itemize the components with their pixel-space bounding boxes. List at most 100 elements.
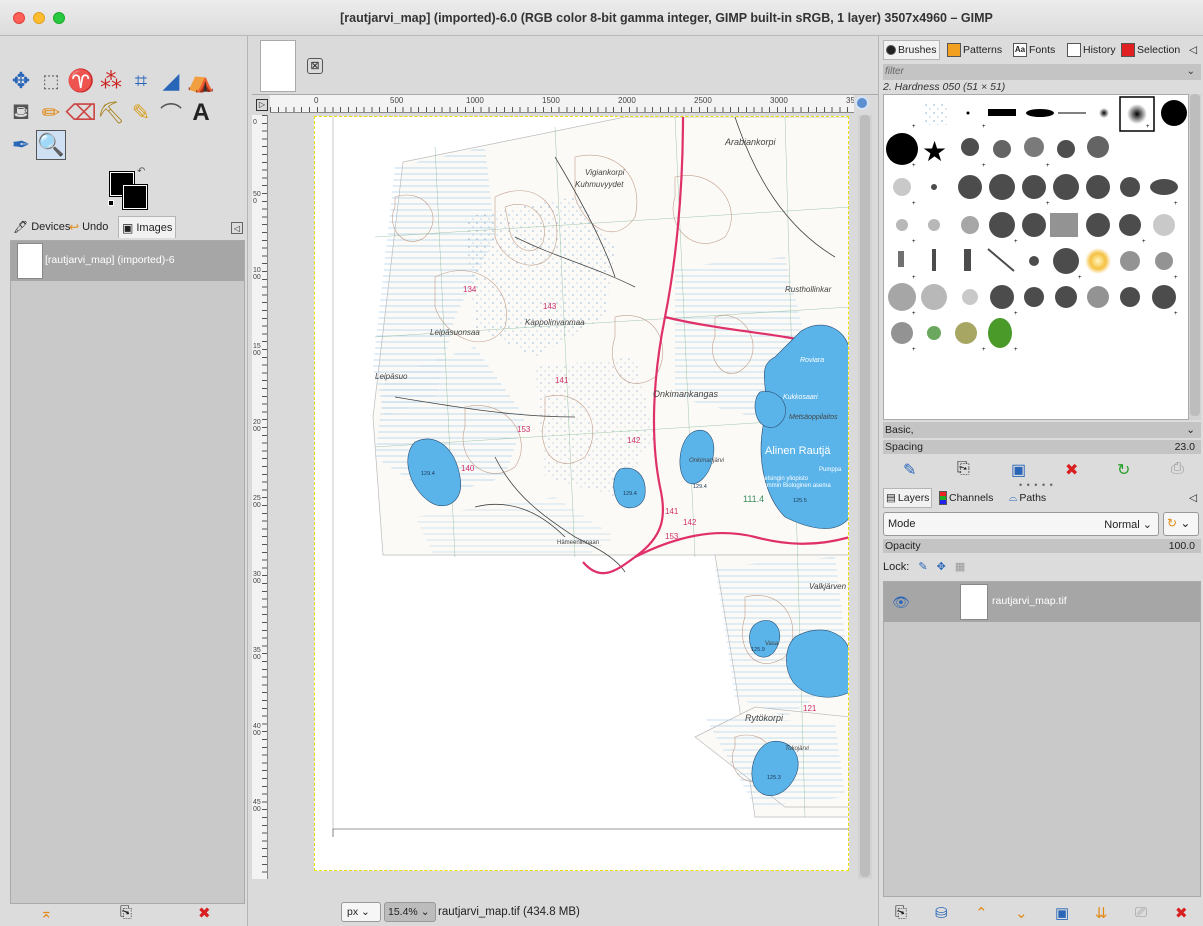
lasso-tool-icon[interactable]: ♈ <box>66 66 96 96</box>
brush-thumbnail[interactable] <box>1127 104 1147 124</box>
raise-view-icon[interactable]: ⌅ <box>40 904 53 922</box>
duplicate-layer-icon[interactable]: ▣ <box>1055 904 1069 922</box>
lock-position-icon[interactable]: ✥ <box>937 561 946 573</box>
horizontal-ruler[interactable]: 0 500 1000 1500 2000 2500 3000 35 <box>270 95 854 113</box>
map-label: Onkimankangas <box>653 389 719 399</box>
color-picker-tool-icon[interactable]: ✒ <box>6 130 36 160</box>
brush-thumbnail[interactable] <box>1026 109 1054 117</box>
scrollbar-thumb[interactable] <box>1190 94 1200 416</box>
swap-colors-icon[interactable]: ↶ <box>137 166 145 177</box>
tab-selection[interactable]: Selection <box>1119 40 1182 60</box>
pencil-tool-icon[interactable]: ✏ <box>36 98 66 128</box>
unified-transform-tool-icon[interactable]: ◢ <box>156 66 186 96</box>
brush-thumbnail[interactable] <box>888 174 1178 348</box>
patterns-icon <box>947 43 961 57</box>
rect-select-tool-icon[interactable]: ⬚ <box>36 66 66 96</box>
background-color-swatch[interactable] <box>122 184 148 210</box>
eye-icon[interactable]: 👁 <box>892 594 910 610</box>
spacing-slider[interactable]: Spacing 23.0 <box>883 440 1201 454</box>
duplicate-brush-icon[interactable]: ▣ <box>1011 460 1026 480</box>
close-image-tab-icon[interactable]: ⊠ <box>307 58 323 74</box>
zoom-select[interactable]: 15.4% ⌄ <box>384 902 436 922</box>
scrollbar-thumb[interactable] <box>860 115 870 877</box>
image-tab-thumbnail[interactable] <box>260 40 296 92</box>
bucket-fill-tool-icon[interactable]: ⛾ <box>6 98 36 128</box>
brush-tag-filter[interactable]: Basic, ⌄ <box>883 422 1201 438</box>
warp-transform-tool-icon[interactable]: ⛺ <box>186 66 216 96</box>
list-item[interactable]: [rautjarvi_map] (imported)-6 <box>11 241 244 281</box>
brush-thumbnail[interactable] <box>988 109 1016 116</box>
delete-brush-icon[interactable]: ✖ <box>1065 460 1078 480</box>
text-tool-icon[interactable]: A <box>186 98 216 128</box>
tab-fonts[interactable]: Aa Fonts <box>1011 40 1057 60</box>
clone-tool-icon[interactable]: ⛏ <box>96 98 126 128</box>
default-colors-icon[interactable] <box>108 200 114 206</box>
tab-brushes[interactable]: Brushes <box>883 40 940 60</box>
left-dock-menu-icon[interactable]: ◁ <box>231 222 243 234</box>
brush-filter-input[interactable]: filter ⌄ <box>883 64 1201 80</box>
zoom-tool-icon[interactable]: 🔍 <box>36 130 66 160</box>
ruler-label: 2000 <box>618 96 636 105</box>
eraser-tool-icon[interactable]: ⌫ <box>65 98 96 128</box>
refresh-brushes-icon[interactable]: ↻ <box>1117 460 1130 480</box>
vertical-ruler[interactable]: 0 500 1000 1500 2000 2500 3000 3500 4000… <box>252 115 268 879</box>
tab-paths[interactable]: ⌓ Paths <box>1007 488 1048 508</box>
lock-pixels-icon[interactable]: ✎ <box>918 561 927 573</box>
smudge-tool-icon[interactable]: ✎ <box>126 98 156 128</box>
brushes-dock-tabs: Brushes Patterns Aa Fonts History Selecti… <box>883 40 1201 60</box>
brush-thumbnail[interactable] <box>1099 108 1109 118</box>
images-list: [rautjarvi_map] (imported)-6 <box>10 240 245 904</box>
delete-image-icon[interactable]: ✖ <box>198 904 211 922</box>
paths-tool-icon[interactable]: ⌒ <box>156 98 186 128</box>
edit-brush-icon[interactable]: ✎ <box>903 460 916 480</box>
image-canvas[interactable]: Arabiankorpi Vigiankorpi Kuhmuvyydet Rus… <box>314 116 849 871</box>
tab-images[interactable]: ▣ Images <box>118 216 177 238</box>
vertical-scrollbar[interactable] <box>858 115 872 879</box>
brush-thumbnail[interactable] <box>886 133 918 165</box>
new-layer-group-icon[interactable]: ⛁ <box>935 904 948 922</box>
layer-row[interactable]: 👁 rautjarvi_map.tif <box>884 582 1200 622</box>
quick-mask-toggle[interactable]: ▷ <box>256 99 268 111</box>
raise-layer-icon[interactable]: ⌃ <box>975 904 988 922</box>
brush-thumbnail[interactable] <box>966 111 970 115</box>
lower-layer-icon[interactable]: ⌄ <box>1015 904 1028 922</box>
tab-layers[interactable]: ▤ Layers <box>883 488 933 508</box>
delete-layer-icon[interactable]: ✖ <box>1175 904 1188 922</box>
layers-dock-menu-icon[interactable]: ◁ <box>1187 488 1199 508</box>
tab-history[interactable]: History <box>1065 40 1118 60</box>
new-brush-icon[interactable]: ⎘ <box>957 460 970 478</box>
images-icon: ▣ <box>122 220 134 235</box>
maximize-window-button[interactable] <box>53 12 65 24</box>
crop-tool-icon[interactable]: ⌗ <box>126 66 156 96</box>
navigate-icon[interactable] <box>855 96 869 110</box>
layer-mask-icon[interactable]: ⎚ <box>1135 904 1147 921</box>
tab-devices[interactable]: 🖋 Devices <box>10 216 73 238</box>
brush-grid[interactable]: ★ + + + + + + + + + + + + + + + + + + + … <box>883 94 1189 420</box>
new-layer-icon[interactable]: ⎘ <box>895 904 907 921</box>
fuzzy-select-tool-icon[interactable]: ⁂ <box>96 66 126 96</box>
brush-thumbnail[interactable] <box>1161 100 1187 126</box>
composite-mode-select[interactable]: ↻ ⌄ <box>1163 512 1199 536</box>
new-image-icon[interactable]: ⎘ <box>120 904 132 921</box>
close-window-button[interactable] <box>13 12 25 24</box>
lock-alpha-icon[interactable]: ▦ <box>955 561 965 573</box>
opacity-slider[interactable]: Opacity 100.0 <box>883 539 1201 553</box>
chevron-down-icon[interactable]: ⌄ <box>1186 422 1195 438</box>
brush-scrollbar[interactable] <box>1189 94 1201 420</box>
minimize-window-button[interactable] <box>33 12 45 24</box>
unit-select[interactable]: px ⌄ <box>341 902 381 922</box>
tab-channels[interactable]: Channels <box>937 488 995 508</box>
tab-undo[interactable]: ↩ Undo <box>66 216 111 238</box>
undo-icon: ↩ <box>69 220 80 234</box>
layer-mode-select[interactable]: Mode Normal ⌄ <box>883 512 1159 536</box>
brush-thumbnail[interactable] <box>924 103 948 125</box>
right-dock-menu-icon[interactable]: ◁ <box>1187 40 1199 60</box>
brush-thumbnail[interactable] <box>961 136 1109 158</box>
svg-text:+: + <box>1174 311 1178 317</box>
tab-patterns[interactable]: Patterns <box>945 40 1004 60</box>
merge-layer-icon[interactable]: ⇊ <box>1095 904 1108 922</box>
open-brush-as-image-icon[interactable]: ⎙ <box>1171 460 1184 478</box>
chevron-down-icon[interactable]: ⌄ <box>1187 64 1195 80</box>
move-tool-icon[interactable]: ✥ <box>6 66 36 96</box>
brush-thumbnail[interactable]: ★ <box>922 136 947 167</box>
